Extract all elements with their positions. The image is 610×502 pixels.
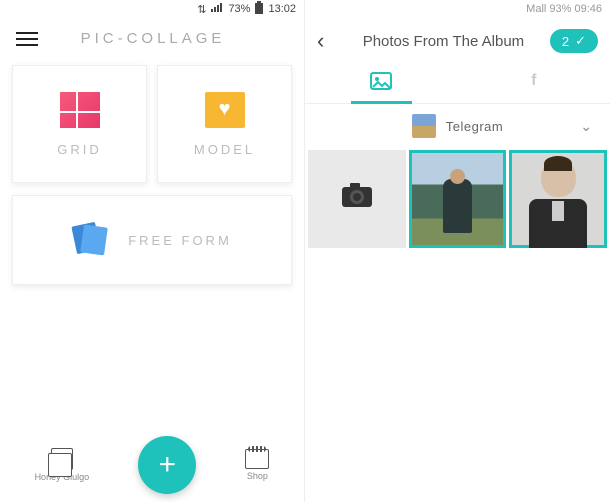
bottom-nav: Honey Giulgo + Shop: [0, 436, 304, 494]
heart-icon: ♥: [205, 92, 245, 128]
nav-shop[interactable]: Shop: [245, 449, 269, 481]
grid-label: GRID: [57, 142, 102, 157]
camera-cell[interactable]: [308, 150, 406, 248]
fab-add[interactable]: +: [138, 436, 196, 494]
selection-confirm-button[interactable]: 2 ✓: [550, 29, 598, 53]
battery-percent: 73%: [228, 3, 250, 15]
tab-gallery[interactable]: [305, 64, 458, 103]
status-bar-right: Mall 93% 09:46: [305, 0, 610, 18]
nav-right-label: Shop: [247, 471, 268, 481]
stack-icon: [51, 448, 73, 470]
tab-facebook[interactable]: f: [458, 64, 610, 103]
album-name: Telegram: [446, 119, 503, 134]
image-icon: [370, 77, 392, 94]
freeform-card[interactable]: FREE FORM: [12, 195, 292, 285]
lte-icon: ⇅: [197, 3, 206, 16]
status-bar-left: ⇅ 73% 13:02: [0, 0, 304, 18]
left-header: PIC-COLLAGE: [0, 18, 304, 65]
model-card[interactable]: ♥ MODEL: [157, 65, 292, 183]
facebook-icon: f: [531, 72, 536, 89]
camera-icon: [340, 181, 374, 217]
album-selector[interactable]: Telegram ⌄: [305, 104, 610, 148]
page-title: Photos From The Album: [345, 33, 542, 50]
model-label: MODEL: [194, 142, 255, 157]
source-tabs: f: [305, 64, 610, 104]
selection-count: 2: [562, 34, 569, 49]
shop-icon: [245, 449, 269, 469]
photo-thumbnail-2[interactable]: [509, 150, 607, 248]
photo-grid: [305, 148, 610, 250]
battery-icon: [254, 1, 264, 18]
chevron-down-icon: ⌄: [580, 118, 592, 135]
clock-time: 13:02: [268, 3, 296, 15]
grid-icon: [60, 92, 100, 128]
back-icon[interactable]: ‹: [317, 28, 337, 54]
status-text-right: Mall 93% 09:46: [526, 3, 602, 15]
album-thumb-icon: [412, 114, 436, 138]
grid-card[interactable]: GRID: [12, 65, 147, 183]
freeform-label: FREE FORM: [128, 233, 232, 248]
app-title: PIC-COLLAGE: [18, 30, 288, 47]
signal-icon: [210, 3, 224, 16]
check-icon: ✓: [575, 33, 586, 49]
plus-icon: +: [158, 448, 176, 482]
freeform-icon: [72, 222, 108, 258]
photo-thumbnail-1[interactable]: [409, 150, 507, 248]
right-header: ‹ Photos From The Album 2 ✓: [305, 18, 610, 64]
nav-collages[interactable]: Honey Giulgo: [35, 448, 90, 482]
